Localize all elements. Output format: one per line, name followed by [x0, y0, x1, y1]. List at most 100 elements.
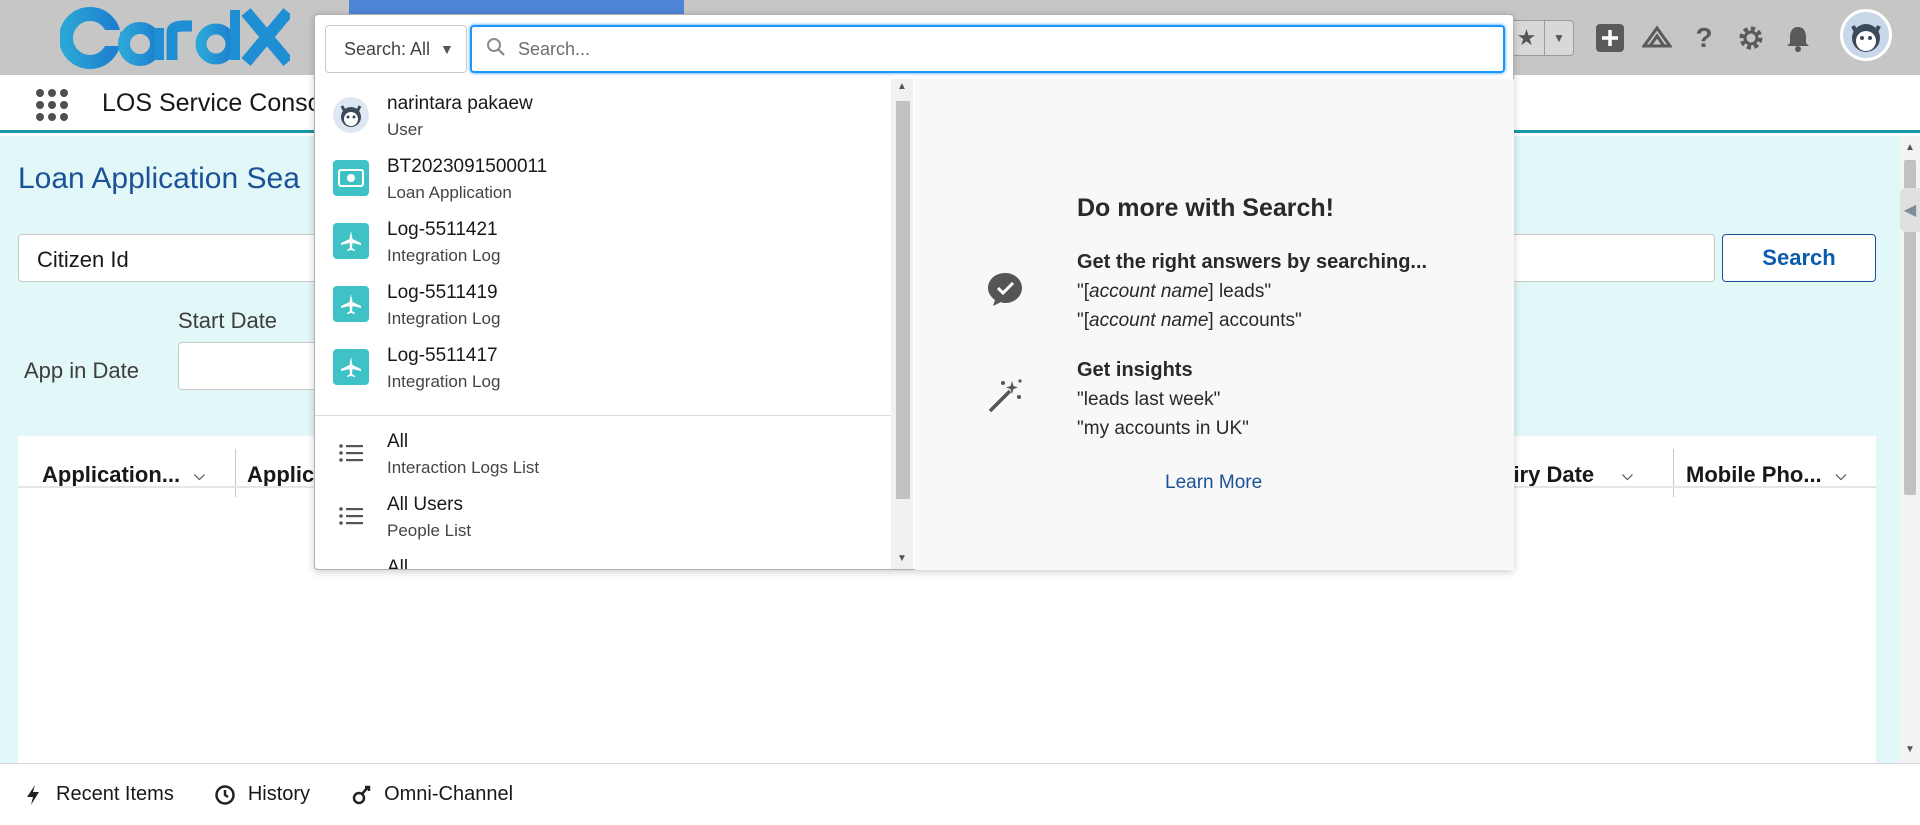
start-date-input[interactable]	[178, 342, 318, 390]
tip-answers-example-leads: "[account name] leads"	[1077, 281, 1271, 303]
app-launcher-icon[interactable]	[36, 89, 68, 121]
help-icon[interactable]: ?	[1688, 22, 1720, 54]
tip-placeholder-text: account name	[1089, 310, 1209, 331]
utility-item-label: Recent Items	[56, 783, 174, 805]
search-result-title: narintara pakaew	[387, 93, 533, 114]
global-search-box[interactable]	[470, 25, 1505, 73]
search-button[interactable]: Search	[1722, 234, 1876, 282]
search-tips-panel: Do more with Search! Get the right answe…	[915, 79, 1514, 570]
learn-more-link[interactable]: Learn More	[1165, 472, 1262, 494]
search-result-item[interactable]: Log-5511419 Integration Log	[315, 276, 891, 336]
omni-channel-icon	[350, 784, 372, 806]
utility-recent-items[interactable]: Recent Items	[22, 783, 174, 806]
list-result-item[interactable]: All Interaction Logs List	[315, 425, 891, 485]
column-divider[interactable]	[1673, 449, 1674, 497]
search-scope-label: Search: All	[344, 38, 431, 59]
scroll-up-icon[interactable]: ▲	[897, 81, 907, 92]
list-result-type: People List	[387, 521, 472, 540]
column-header-label: Mobile Pho...	[1686, 462, 1822, 487]
favorites-caret-icon[interactable]: ▼	[1545, 31, 1573, 45]
chevron-down-icon[interactable]: ⌵	[1622, 467, 1633, 484]
list-result-type: Interaction Logs List	[387, 458, 540, 477]
global-search-input[interactable]	[518, 38, 1478, 60]
utility-omni-channel[interactable]: Omni-Channel	[350, 783, 513, 806]
citizen-id-select[interactable]: Citizen Id	[18, 234, 318, 282]
tip-answers-heading: Get the right answers by searching...	[1077, 251, 1428, 273]
page-title: Loan Application Sea	[18, 162, 300, 195]
search-result-item[interactable]: BT2023091500011 Loan Application	[315, 150, 891, 210]
start-date-label: Start Date	[178, 308, 278, 333]
chevron-down-icon[interactable]: ⌵	[1836, 467, 1847, 484]
column-header-applic[interactable]: Applic	[247, 462, 314, 488]
chevron-down-icon[interactable]: ⌵	[194, 467, 205, 484]
search-result-title: BT2023091500011	[387, 156, 548, 177]
search-result-item[interactable]: narintara pakaew User	[315, 87, 891, 147]
search-result-type: User	[387, 120, 423, 139]
search-result-title: Log-5511419	[387, 282, 498, 303]
search-result-type: Integration Log	[387, 246, 501, 265]
list-result-title: All	[387, 431, 409, 452]
utility-item-label: History	[247, 783, 311, 805]
caret-down-icon: ▼	[440, 41, 454, 57]
tip-insights-example: "leads last week"	[1077, 389, 1221, 410]
list-result-title: All	[387, 557, 409, 569]
column-header-label: piry Date	[1500, 462, 1595, 487]
utility-history[interactable]: History	[214, 783, 310, 806]
trailhead-icon[interactable]	[1641, 22, 1673, 54]
search-result-type: Integration Log	[387, 372, 501, 391]
check-bubble-icon	[985, 269, 1025, 309]
app-in-date-label: App in Date	[24, 358, 139, 383]
column-divider[interactable]	[235, 449, 236, 497]
column-header-mobile-phone[interactable]: Mobile Pho... ⌵	[1686, 462, 1846, 488]
column-header-application[interactable]: Application... ⌵	[42, 462, 205, 488]
cardx-logo	[60, 7, 290, 69]
clock-icon	[214, 784, 236, 806]
search-result-title: Log-5511417	[387, 345, 498, 366]
list-icon	[333, 435, 369, 471]
money-icon	[333, 160, 369, 196]
scroll-down-icon[interactable]: ▼	[1905, 744, 1915, 755]
scrollbar-thumb[interactable]	[896, 101, 910, 499]
search-icon	[486, 37, 506, 62]
star-icon[interactable]: ★	[1509, 21, 1545, 55]
list-result-item[interactable]: All	[315, 551, 891, 569]
tip-text: ] accounts"	[1208, 310, 1302, 331]
search-results-list: narintara pakaew User BT2023091500011 Lo…	[315, 79, 891, 569]
scroll-down-icon[interactable]: ▼	[897, 553, 907, 564]
search-result-item[interactable]: Log-5511421 Integration Log	[315, 213, 891, 273]
favorites-group[interactable]: ★ ▼	[1508, 20, 1574, 56]
tip-text: ] leads"	[1208, 281, 1272, 302]
search-result-title: Log-5511421	[387, 219, 498, 240]
user-avatar-icon	[333, 97, 369, 133]
list-result-title: All Users	[387, 494, 464, 515]
app-name: LOS Service Conso	[102, 89, 322, 117]
search-value-input[interactable]	[1490, 234, 1715, 282]
column-header-expiry-date[interactable]: piry Date ⌵	[1500, 462, 1633, 488]
global-search-panel: Search: All ▼ narintara pakaew User BT20…	[314, 14, 1514, 570]
tip-text: "[	[1077, 310, 1090, 331]
tip-answers-example-accounts: "[account name] accounts"	[1077, 310, 1302, 332]
list-icon	[333, 498, 369, 534]
search-result-type: Integration Log	[387, 309, 501, 328]
bell-icon[interactable]	[1782, 22, 1814, 54]
scroll-up-icon[interactable]: ▲	[1905, 142, 1915, 153]
tip-placeholder-text: account name	[1089, 281, 1209, 302]
search-result-type: Loan Application	[387, 183, 512, 202]
results-divider	[315, 415, 891, 416]
tip-text: "[	[1077, 281, 1090, 302]
gear-icon[interactable]	[1735, 22, 1767, 54]
utility-item-label: Omni-Channel	[384, 783, 514, 805]
utility-bar: Recent Items History Omni-Channel	[0, 763, 1920, 825]
results-scrollbar[interactable]: ▲ ▼	[891, 79, 913, 569]
search-result-item[interactable]: Log-5511417 Integration Log	[315, 339, 891, 399]
add-icon[interactable]	[1594, 22, 1626, 54]
column-header-label: Applic	[247, 462, 315, 487]
side-panel-toggle-icon[interactable]: ◀	[1900, 188, 1920, 232]
column-header-label: Application...	[42, 462, 181, 487]
airplane-icon	[333, 349, 369, 385]
active-tab-indicator	[349, 0, 684, 14]
tip-insights-heading: Get insights	[1077, 359, 1193, 381]
search-scope-dropdown[interactable]: Search: All ▼	[325, 25, 467, 73]
user-avatar[interactable]	[1840, 9, 1892, 61]
list-result-item[interactable]: All Users People List	[315, 488, 891, 548]
